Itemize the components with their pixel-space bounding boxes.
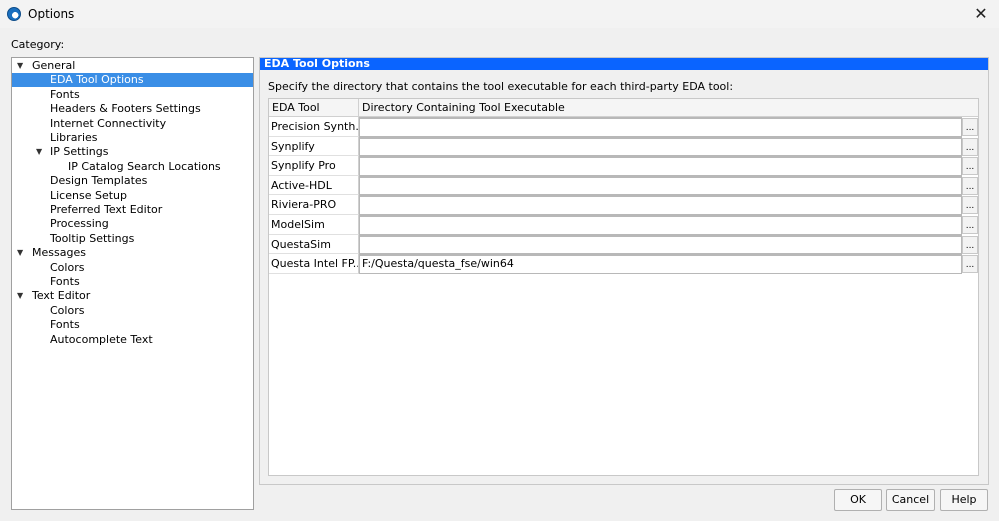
column-header-eda-tool[interactable]: EDA Tool: [269, 99, 359, 117]
tool-name: Questa Intel FP...: [269, 254, 359, 274]
tree-item[interactable]: Headers & Footers Settings: [12, 102, 253, 116]
directory-input[interactable]: [359, 195, 962, 215]
eda-tool-options-panel: EDA Tool Options Specify the directory t…: [259, 57, 989, 485]
tree-item-label: EDA Tool Options: [50, 73, 144, 87]
column-header-directory[interactable]: Directory Containing Tool Executable: [359, 99, 978, 117]
tree-item[interactable]: ▼ IP Settings: [12, 145, 253, 159]
tree-item-label: Fonts: [50, 275, 80, 288]
directory-input[interactable]: [359, 117, 962, 137]
tree-item[interactable]: Fonts: [12, 318, 253, 332]
directory-input[interactable]: [359, 136, 962, 157]
browse-button[interactable]: ...: [962, 216, 978, 234]
tree-item-label: License Setup: [50, 188, 127, 202]
tree-item[interactable]: License Setup: [12, 189, 253, 203]
table-row: ModelSim...: [269, 215, 978, 235]
expand-arrow-icon[interactable]: ▼: [17, 246, 23, 260]
eda-tool-table: EDA Tool Directory Containing Tool Execu…: [268, 98, 979, 476]
expand-arrow-icon[interactable]: ▼: [17, 59, 23, 73]
tree-item-label: Preferred Text Editor: [50, 203, 163, 216]
tree-item-label: Headers & Footers Settings: [50, 102, 201, 116]
tree-item-label: Processing: [50, 217, 109, 231]
tree-item[interactable]: Libraries: [12, 131, 253, 145]
browse-button[interactable]: ...: [962, 118, 978, 136]
tree-item-label: Text Editor: [32, 289, 91, 303]
tree-item[interactable]: Design Templates: [12, 174, 253, 188]
browse-button[interactable]: ...: [962, 157, 978, 176]
table-row: Precision Synth......: [269, 117, 978, 137]
expand-arrow-icon[interactable]: ▼: [17, 289, 23, 303]
tree-item[interactable]: Fonts: [12, 88, 253, 102]
table-row: QuestaSim...: [269, 234, 978, 255]
tree-item-label: Autocomplete Text: [50, 332, 153, 346]
tool-name: Active-HDL: [269, 175, 359, 196]
table-row: Synplify Pro...: [269, 156, 978, 176]
tree-item[interactable]: Colors: [12, 304, 253, 318]
tool-name: Precision Synth...: [269, 117, 359, 137]
help-button[interactable]: Help: [940, 489, 988, 511]
directory-input[interactable]: [359, 234, 962, 255]
table-row: Questa Intel FP... F:/Questa/questa_fse/w…: [269, 254, 978, 274]
ok-button[interactable]: OK: [834, 489, 882, 511]
tree-item-label: Design Templates: [50, 174, 148, 188]
tree-item-label: Colors: [50, 260, 85, 274]
window-title: Options: [28, 7, 75, 21]
tree-item[interactable]: Internet Connectivity: [12, 117, 253, 131]
table-row: Synplify...: [269, 136, 978, 157]
tree-item-label: Internet Connectivity: [50, 116, 167, 130]
directory-input[interactable]: [359, 156, 962, 176]
tree-item-label: Libraries: [50, 131, 98, 144]
tool-name: Riviera-PRO: [269, 195, 359, 215]
tree-item-label: IP Settings: [50, 145, 109, 159]
tool-name: ModelSim: [269, 215, 359, 235]
tree-item[interactable]: ▼ General: [12, 59, 253, 73]
tree-item-label: General: [32, 59, 76, 72]
tree-item[interactable]: Colors: [12, 261, 253, 275]
table-row: Active-HDL...: [269, 175, 978, 196]
browse-button[interactable]: ...: [962, 255, 978, 274]
panel-title: EDA Tool Options: [260, 58, 988, 70]
close-icon[interactable]: ✕: [971, 4, 991, 24]
tree-item-label: Tooltip Settings: [50, 231, 135, 245]
cancel-button[interactable]: Cancel: [886, 489, 935, 511]
tool-name: QuestaSim: [269, 234, 359, 255]
tree-item-label: Fonts: [50, 87, 80, 101]
tree-item[interactable]: ▼ Messages: [12, 246, 253, 260]
app-icon: [7, 7, 21, 21]
tree-item[interactable]: Autocomplete Text: [12, 333, 253, 347]
tree-item[interactable]: IP Catalog Search Locations: [12, 160, 253, 174]
tree-item[interactable]: Fonts: [12, 275, 253, 289]
tree-item[interactable]: EDA Tool Options: [12, 73, 253, 88]
tree-item[interactable]: ▼ Text Editor: [12, 289, 253, 303]
directory-input[interactable]: [359, 215, 962, 235]
table-row: Riviera-PRO...: [269, 195, 978, 215]
tree-item-label: Messages: [32, 246, 86, 260]
expand-arrow-icon[interactable]: ▼: [36, 145, 42, 159]
tree-item-label: Fonts: [50, 318, 80, 332]
tool-name: Synplify Pro: [269, 156, 359, 176]
browse-button[interactable]: ...: [962, 235, 978, 254]
directory-input[interactable]: [359, 175, 962, 196]
tree-item[interactable]: Tooltip Settings: [12, 232, 253, 246]
browse-button[interactable]: ...: [962, 176, 978, 195]
tool-name: Synplify: [269, 136, 359, 157]
tree-item[interactable]: Preferred Text Editor: [12, 203, 253, 217]
title-bar: Options ✕: [0, 0, 999, 28]
category-tree[interactable]: ▼ General EDA Tool Options Fonts Headers & F…: [11, 57, 254, 510]
browse-button[interactable]: ...: [962, 137, 978, 156]
panel-description: Specify the directory that contains the …: [268, 80, 734, 93]
tree-item-label: IP Catalog Search Locations: [68, 159, 221, 173]
browse-button[interactable]: ...: [962, 196, 978, 215]
directory-input[interactable]: F:/Questa/questa_fse/win64: [359, 254, 962, 274]
tree-item[interactable]: Processing: [12, 217, 253, 231]
tree-item-label: Colors: [50, 303, 85, 317]
category-label: Category:: [11, 38, 65, 51]
